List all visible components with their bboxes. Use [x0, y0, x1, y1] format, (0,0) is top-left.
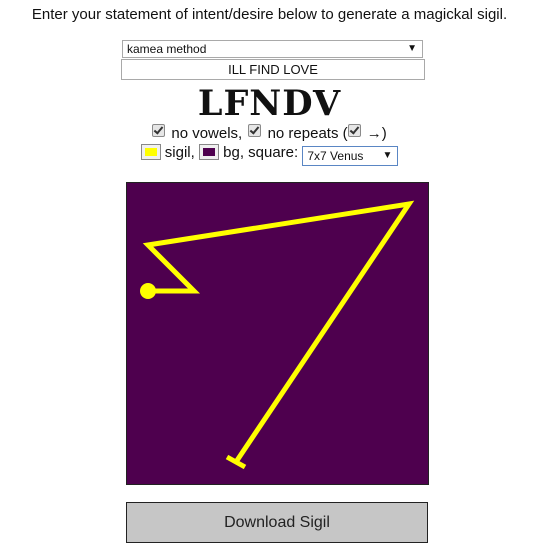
options-row: no vowels, no repeats ( →)	[0, 124, 539, 143]
sigil-color-label: sigil,	[164, 144, 195, 161]
bg-square-label: bg, square:	[223, 144, 299, 161]
sigil-drawing	[127, 183, 428, 484]
square-select-value: 7x7 Venus	[307, 149, 364, 163]
bg-color-picker[interactable]	[198, 144, 219, 160]
method-select-value: kamea method	[127, 42, 207, 56]
sigil-color-picker[interactable]	[140, 144, 161, 160]
no-repeats-label: no repeats (	[267, 125, 348, 142]
chevron-down-icon: ▼	[407, 43, 417, 54]
sigil-background	[127, 183, 428, 484]
sigil-generator: Enter your statement of intent/desire be…	[0, 0, 539, 559]
arrow-checkbox[interactable]	[347, 124, 361, 137]
sigil-start-dot	[140, 283, 156, 299]
method-select[interactable]: kamea method ▼	[122, 40, 423, 58]
no-repeats-checkbox[interactable]	[248, 124, 262, 137]
arrow-label: →)	[366, 125, 387, 142]
download-sigil-button[interactable]: Download Sigil	[126, 502, 428, 543]
no-vowels-checkbox[interactable]	[152, 124, 166, 137]
bg-color-swatch	[202, 148, 215, 156]
sigil-letters: LFNDV	[197, 83, 342, 124]
instructions-text: Enter your statement of intent/desire be…	[31, 6, 508, 23]
sigil-canvas	[126, 182, 429, 485]
square-select[interactable]: 7x7 Venus ▼	[302, 146, 399, 166]
sigil-color-swatch	[144, 148, 157, 156]
chevron-down-icon: ▼	[382, 150, 393, 161]
no-vowels-label: no vowels,	[171, 125, 243, 142]
colors-row: sigil, bg, square: 7x7 Venus ▼	[0, 143, 539, 166]
intent-input[interactable]	[121, 59, 425, 80]
